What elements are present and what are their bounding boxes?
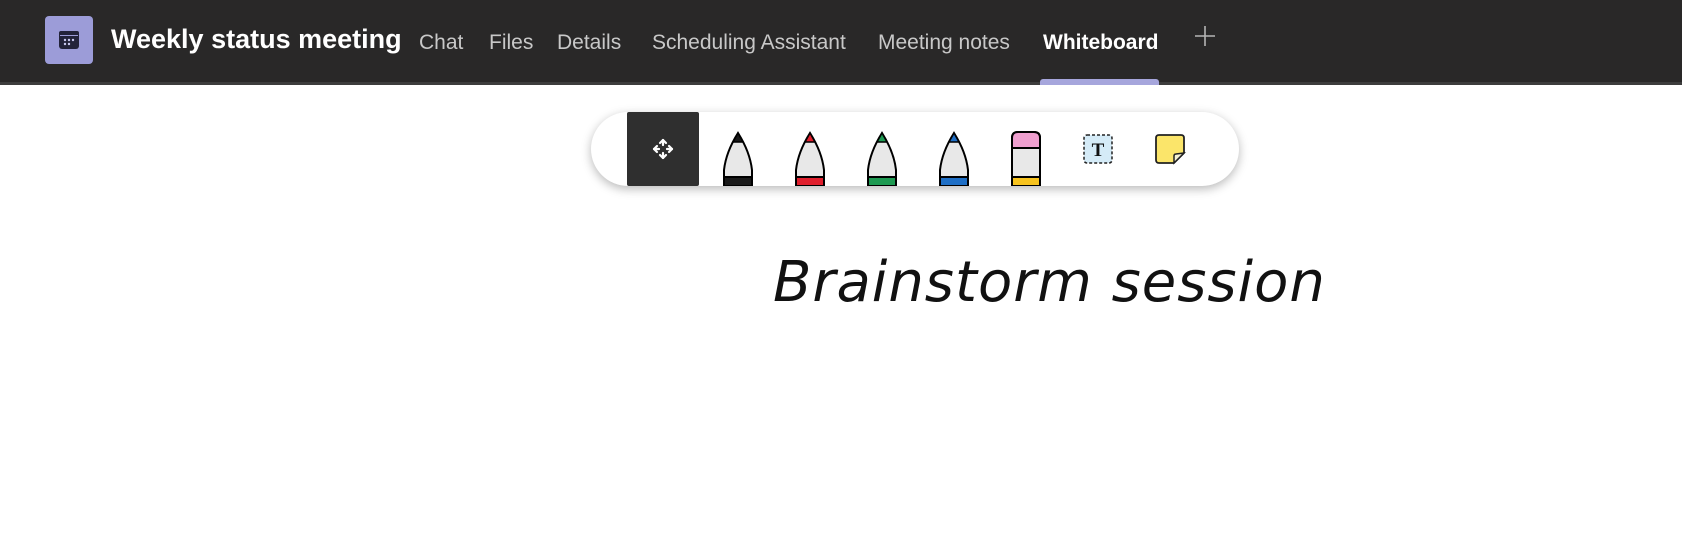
blue-pen-button[interactable] [933, 112, 975, 186]
tab-chat[interactable]: Chat [419, 31, 463, 55]
pen-icon [867, 131, 897, 186]
pen-icon [939, 131, 969, 186]
tab-whiteboard[interactable]: Whiteboard [1043, 31, 1159, 55]
text-tool-button[interactable]: T [1077, 112, 1119, 186]
add-tab-button[interactable] [1193, 24, 1217, 48]
eraser-icon [1011, 131, 1041, 186]
plus-icon [1195, 26, 1215, 46]
meeting-title: Weekly status meeting [111, 24, 402, 54]
sticky-note-icon [1155, 134, 1186, 165]
move-tool-button[interactable] [627, 112, 699, 186]
red-pen-button[interactable] [789, 112, 831, 186]
calendar-icon [45, 16, 93, 64]
black-pen-button[interactable] [717, 112, 759, 186]
text-tool-glyph: T [1092, 140, 1105, 161]
pen-icon [795, 131, 825, 186]
top-bar: Weekly status meeting Chat Files Details… [0, 0, 1682, 85]
tab-details[interactable]: Details [557, 31, 621, 55]
pen-icon [723, 131, 753, 186]
sticky-note-button[interactable] [1149, 112, 1191, 186]
eraser-button[interactable] [1005, 112, 1047, 186]
tab-meeting-notes[interactable]: Meeting notes [878, 31, 1010, 55]
active-tab-indicator [1040, 79, 1159, 85]
tab-scheduling-assistant[interactable]: Scheduling Assistant [652, 31, 846, 55]
green-pen-button[interactable] [861, 112, 903, 186]
tab-files[interactable]: Files [489, 31, 533, 55]
move-arrows-icon [652, 138, 674, 160]
whiteboard-toolbar: T [591, 112, 1239, 186]
whiteboard-text-brainstorm[interactable]: Brainstorm session [773, 250, 1326, 315]
text-box-icon: T [1083, 134, 1113, 164]
